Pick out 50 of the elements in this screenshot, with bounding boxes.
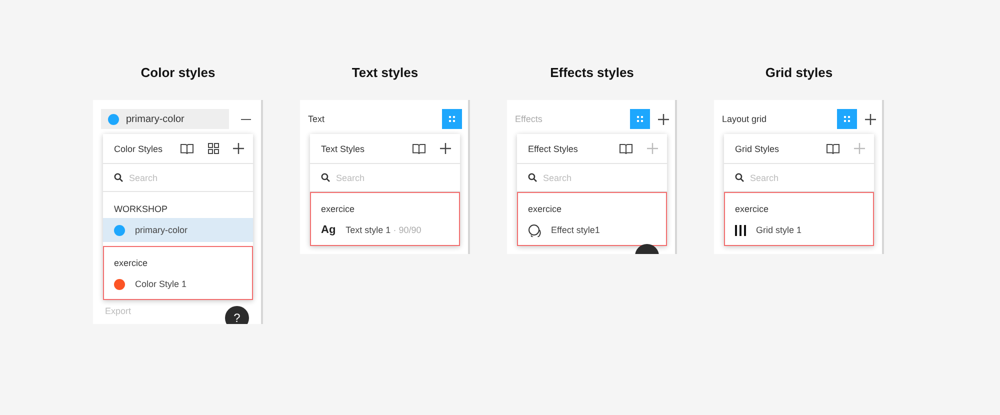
style-item[interactable]: Grid style 1 <box>724 218 874 242</box>
section-heading: Color styles <box>140 65 216 80</box>
styles-button[interactable] <box>630 109 650 129</box>
library-icon[interactable] <box>619 142 633 154</box>
style-item[interactable]: primary-color <box>103 218 253 242</box>
search-field[interactable]: Search <box>750 172 850 182</box>
group-label: WORKSHOP <box>113 203 169 216</box>
popup-title: Effect Styles <box>528 144 579 154</box>
help-button[interactable]: ? <box>225 306 249 324</box>
section-label: Layout grid <box>722 114 768 124</box>
effect-icon <box>528 224 541 236</box>
search-field[interactable]: Search <box>543 172 643 182</box>
add-icon[interactable] <box>233 143 244 154</box>
search-field[interactable]: Search <box>129 172 229 182</box>
library-icon[interactable] <box>412 142 426 154</box>
library-icon[interactable] <box>180 142 194 154</box>
add-icon[interactable] <box>658 114 669 124</box>
add-icon[interactable] <box>865 114 876 124</box>
group-label: exercice <box>734 203 770 216</box>
group-label: exercice <box>527 203 563 216</box>
styles-button[interactable] <box>837 109 857 129</box>
search-icon <box>735 173 744 182</box>
section-heading: Grid styles <box>765 65 833 80</box>
section-heading: Effects styles <box>550 65 634 80</box>
style-item[interactable]: Ag Text style 1 · 90/90 <box>310 218 460 242</box>
section-label: Effects <box>515 114 544 124</box>
popup-title: Color Styles <box>114 144 164 154</box>
add-icon[interactable] <box>440 143 451 154</box>
dots-icon <box>843 115 851 123</box>
group-label: exercice <box>113 257 149 270</box>
search-icon <box>528 173 537 182</box>
section-label: Text <box>308 114 326 124</box>
columns-icon <box>735 224 746 236</box>
search-icon <box>114 173 123 182</box>
export-label: Export <box>104 305 132 316</box>
popup-title: Grid Styles <box>735 144 780 154</box>
search-icon <box>321 173 330 182</box>
section-heading: Text styles <box>352 65 418 80</box>
dots-icon <box>448 115 456 123</box>
grid-view-icon[interactable] <box>208 143 219 154</box>
group-label: exercice <box>320 203 356 216</box>
library-icon[interactable] <box>826 142 840 154</box>
styles-button[interactable] <box>442 109 462 129</box>
text-style-icon: Ag <box>321 224 336 236</box>
popup-title: Text Styles <box>321 144 366 154</box>
search-field[interactable]: Search <box>336 172 436 182</box>
style-item[interactable]: Effect style1 <box>517 218 667 242</box>
style-item[interactable]: Color Style 1 <box>103 272 253 296</box>
color-style-field[interactable]: primary-color <box>101 109 229 129</box>
dots-icon <box>636 115 644 123</box>
